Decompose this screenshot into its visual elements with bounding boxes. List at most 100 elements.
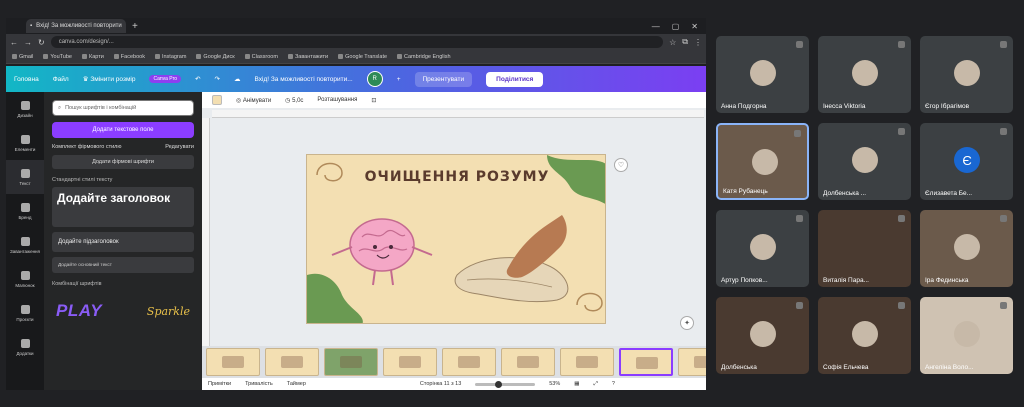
reload-icon[interactable]: ↻ — [38, 38, 45, 47]
video-feed — [954, 321, 980, 347]
rail-design[interactable]: Дизайн — [6, 92, 44, 126]
timer-button[interactable]: Таймер — [287, 381, 306, 387]
document-title[interactable]: Вхід! За можливості повторити... — [255, 76, 353, 83]
magic-icon[interactable]: ✦ — [680, 316, 694, 330]
zoom-level[interactable]: 53% — [549, 381, 560, 387]
notes-button[interactable]: Примітки — [208, 381, 231, 387]
rail-apps[interactable]: Додатки — [6, 330, 44, 364]
minimize-icon[interactable]: — — [652, 22, 660, 31]
rail-uploads[interactable]: Завантаження — [6, 228, 44, 262]
page-thumbnail[interactable] — [206, 348, 260, 376]
user-avatar[interactable]: R — [366, 71, 383, 87]
rail-draw[interactable]: Малюнок — [6, 262, 44, 296]
bookmark-item[interactable]: Google Диск — [196, 54, 234, 60]
font-combo-play[interactable]: PLAY — [56, 301, 102, 321]
page-thumbnail[interactable] — [501, 348, 555, 376]
page-indicator[interactable]: Сторінка 11 з 13 — [420, 381, 461, 387]
participant-tile[interactable]: Анна Подгорна — [716, 36, 809, 113]
page-thumbnail[interactable] — [560, 348, 614, 376]
add-collaborator-icon[interactable]: + — [397, 76, 401, 83]
rail-text[interactable]: Текст — [6, 160, 44, 194]
folder-icon — [20, 304, 30, 314]
page-thumbnail-selected[interactable] — [619, 348, 673, 376]
mic-off-icon — [796, 302, 803, 309]
maximize-icon[interactable]: ▢ — [672, 22, 680, 31]
bookmark-item[interactable]: Facebook — [114, 54, 145, 60]
lock-icon[interactable]: ⊡ — [371, 97, 376, 104]
bookmark-item[interactable]: Google Translate — [338, 54, 387, 60]
bookmark-item[interactable]: Gmail — [12, 54, 33, 60]
font-combo-sparkle[interactable]: Sparkle — [147, 305, 190, 318]
avatar — [750, 234, 776, 260]
avatar — [750, 60, 776, 86]
undo-icon[interactable]: ↶ — [195, 75, 200, 83]
duration-button[interactable]: ◷ 5,0с — [285, 97, 303, 104]
bookmark-item[interactable]: YouTube — [43, 54, 72, 60]
page-thumbnail[interactable] — [265, 348, 319, 376]
extensions-icon[interactable]: ⧉ — [682, 37, 688, 47]
page-thumbnail[interactable] — [678, 348, 706, 376]
participant-tile[interactable]: Долбенська ... — [818, 123, 911, 200]
help-icon[interactable]: ? — [612, 381, 615, 387]
menu-file[interactable]: Файл — [53, 76, 69, 83]
close-window-icon[interactable]: ✕ — [691, 22, 698, 31]
position-button[interactable]: Розташування — [317, 97, 357, 103]
fullscreen-icon[interactable]: ⤢ — [593, 381, 597, 388]
url-input[interactable]: canva.com/design/... — [50, 36, 664, 48]
add-body-text-button[interactable]: Додайте основний текст — [52, 257, 194, 273]
text-panel: ⌕ Пошук шрифтів і комбінацій Додати текс… — [44, 92, 202, 390]
participant-tile[interactable]: Ірa Фединська — [920, 210, 1013, 287]
zoom-slider[interactable] — [475, 380, 536, 388]
font-combos: PLAY Sparkle — [52, 301, 194, 321]
add-subheading-button[interactable]: Додайте підзаголовок — [52, 232, 194, 252]
participant-tile[interactable]: Софія Ельчева — [818, 297, 911, 374]
browser-tab[interactable]: ▪ Вхід! За можливості повторити ✕ — [26, 19, 126, 33]
menu-home[interactable]: Головна — [14, 76, 39, 83]
design-icon — [20, 100, 30, 110]
participant-tile[interactable]: Ангеліна Воло... — [920, 297, 1013, 374]
participant-tile[interactable]: Виталія Пара... — [818, 210, 911, 287]
participant-tile-speaking[interactable]: Катя Рубанець — [716, 123, 809, 200]
participant-tile[interactable]: Єгор Ібрагімов — [920, 36, 1013, 113]
hand-wiping-cloth — [454, 215, 569, 303]
add-brand-fonts-button[interactable]: Додати фірмові шрифти — [52, 155, 194, 169]
add-textbox-button[interactable]: Додати текстове поле — [52, 122, 194, 138]
mic-off-icon — [898, 215, 905, 222]
bookmark-item[interactable]: Classroom — [245, 54, 278, 60]
page-thumbnail[interactable] — [383, 348, 437, 376]
bookmark-item[interactable]: Карти — [82, 54, 104, 60]
back-icon[interactable]: ← — [10, 38, 18, 47]
add-heading-button[interactable]: Додайте заголовок — [52, 187, 194, 227]
brand-edit-link[interactable]: Редагувати — [165, 144, 194, 150]
participant-tile[interactable]: Є Єлизавета Бе... — [920, 123, 1013, 200]
new-tab-icon[interactable]: + — [132, 21, 138, 32]
page-thumbnail[interactable] — [324, 348, 378, 376]
rail-brand[interactable]: Бренд — [6, 194, 44, 228]
rail-elements[interactable]: Елементи — [6, 126, 44, 160]
bookmark-item[interactable]: Cambridge English — [397, 54, 450, 60]
bookmark-item[interactable]: Завантажити — [288, 54, 328, 60]
bookmark-star-icon[interactable]: ☆ — [669, 38, 676, 47]
font-search-input[interactable]: ⌕ Пошук шрифтів і комбінацій — [52, 100, 194, 116]
menu-dots-icon[interactable]: ⋮ — [694, 38, 702, 47]
background-color-swatch[interactable] — [212, 95, 222, 105]
comment-icon[interactable]: ♡ — [614, 158, 628, 172]
rail-projects[interactable]: Проєкти — [6, 296, 44, 330]
grid-view-icon[interactable]: ▦ — [574, 381, 579, 387]
duration-footer-button[interactable]: Тривалість — [245, 381, 273, 387]
menu-resize[interactable]: ♛ Змінити розмір — [83, 75, 136, 83]
page-thumbnail[interactable] — [442, 348, 496, 376]
participant-tile[interactable]: Долбенська — [716, 297, 809, 374]
context-toolbar: ◎ Анімувати ◷ 5,0с Розташування ⊡ — [202, 92, 706, 108]
bookmark-item[interactable]: Instagram — [155, 54, 186, 60]
participant-tile[interactable]: Iнeсса Viktoria — [818, 36, 911, 113]
present-button[interactable]: Презентувати — [414, 71, 473, 87]
slide-title[interactable]: ОЧИЩЕННЯ РОЗУМУ — [307, 169, 605, 185]
slide-canvas[interactable]: ОЧИЩЕННЯ РОЗУМУ — [306, 154, 606, 324]
participant-tile[interactable]: Артур Попков... — [716, 210, 809, 287]
redo-icon[interactable]: ↷ — [215, 75, 220, 83]
animate-button[interactable]: ◎ Анімувати — [236, 97, 271, 104]
shared-screen: ▪ Вхід! За можливості повторити ✕ + — ▢ … — [6, 18, 706, 390]
share-button[interactable]: Поділитися — [486, 71, 544, 87]
forward-icon[interactable]: → — [24, 38, 32, 47]
